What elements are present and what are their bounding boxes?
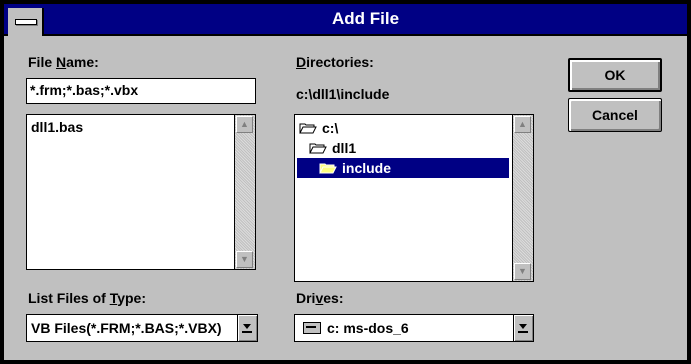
dialog-body: File Name: *.frm;*.bas;*.vbx dll1.bas ▲ … [4,36,687,360]
file-name-input[interactable]: *.frm;*.bas;*.vbx [26,78,256,104]
file-name-label: File Name: [28,54,99,70]
list-item[interactable]: dll1.bas [31,117,83,137]
current-path: c:\dll1\include [296,86,390,102]
open-folder-icon [309,142,327,154]
file-list-scrollbar[interactable]: ▲ ▼ [234,115,255,269]
chevron-down-icon[interactable] [237,315,257,341]
drives-select[interactable]: c: ms-dos_6 [294,314,534,342]
directories-label: Directories: [296,54,374,70]
scroll-up-icon[interactable]: ▲ [236,116,253,133]
directory-list[interactable]: c:\ dll1 include ▲ ▼ [294,114,534,282]
scroll-down-icon[interactable]: ▼ [514,263,531,280]
dir-item-include[interactable]: include [297,158,509,178]
scroll-down-icon[interactable]: ▼ [236,251,253,268]
scroll-up-icon[interactable]: ▲ [514,116,531,133]
drives-label: Drives: [296,290,344,306]
drives-value: c: ms-dos_6 [327,320,409,336]
dir-item-root[interactable]: c:\ [299,118,338,138]
cancel-button[interactable]: Cancel [568,98,662,132]
title-bar[interactable]: Add File [4,4,687,36]
open-folder-icon [319,162,337,174]
directory-list-scrollbar[interactable]: ▲ ▼ [512,115,533,281]
file-list[interactable]: dll1.bas ▲ ▼ [26,114,256,270]
window-title: Add File [331,9,400,28]
dir-item-dll1[interactable]: dll1 [309,138,356,158]
drive-icon [303,322,321,334]
file-type-select[interactable]: VB Files(*.FRM;*.BAS;*.VBX) [26,314,258,342]
file-type-label: List Files of Type: [28,290,146,306]
open-folder-icon [299,122,317,134]
ok-button[interactable]: OK [568,58,662,92]
file-type-value: VB Files(*.FRM;*.BAS;*.VBX) [31,320,222,336]
chevron-down-icon[interactable] [513,315,533,341]
system-menu-icon[interactable] [8,8,44,36]
